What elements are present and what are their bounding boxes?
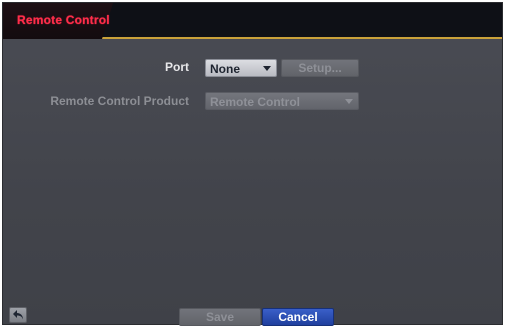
chevron-down-icon xyxy=(263,66,271,71)
cancel-button[interactable]: Cancel xyxy=(262,308,334,326)
remote-control-product-dropdown[interactable]: Remote Control xyxy=(205,92,359,110)
setup-button[interactable]: Setup... xyxy=(281,59,359,77)
remote-control-window: Remote Control Port None Setup... Remote… xyxy=(2,2,503,326)
remote-control-product-value: Remote Control xyxy=(210,95,300,109)
port-dropdown[interactable]: None xyxy=(205,59,277,77)
window-title: Remote Control xyxy=(17,13,110,27)
remote-control-product-label: Remote Control Product xyxy=(50,94,189,108)
chevron-down-icon xyxy=(345,99,353,104)
save-button[interactable]: Save xyxy=(179,308,261,326)
back-arrow-icon xyxy=(13,310,23,320)
back-button[interactable] xyxy=(9,307,27,323)
port-label: Port xyxy=(165,60,189,74)
title-bar: Remote Control xyxy=(3,3,502,39)
port-dropdown-value: None xyxy=(210,62,240,76)
